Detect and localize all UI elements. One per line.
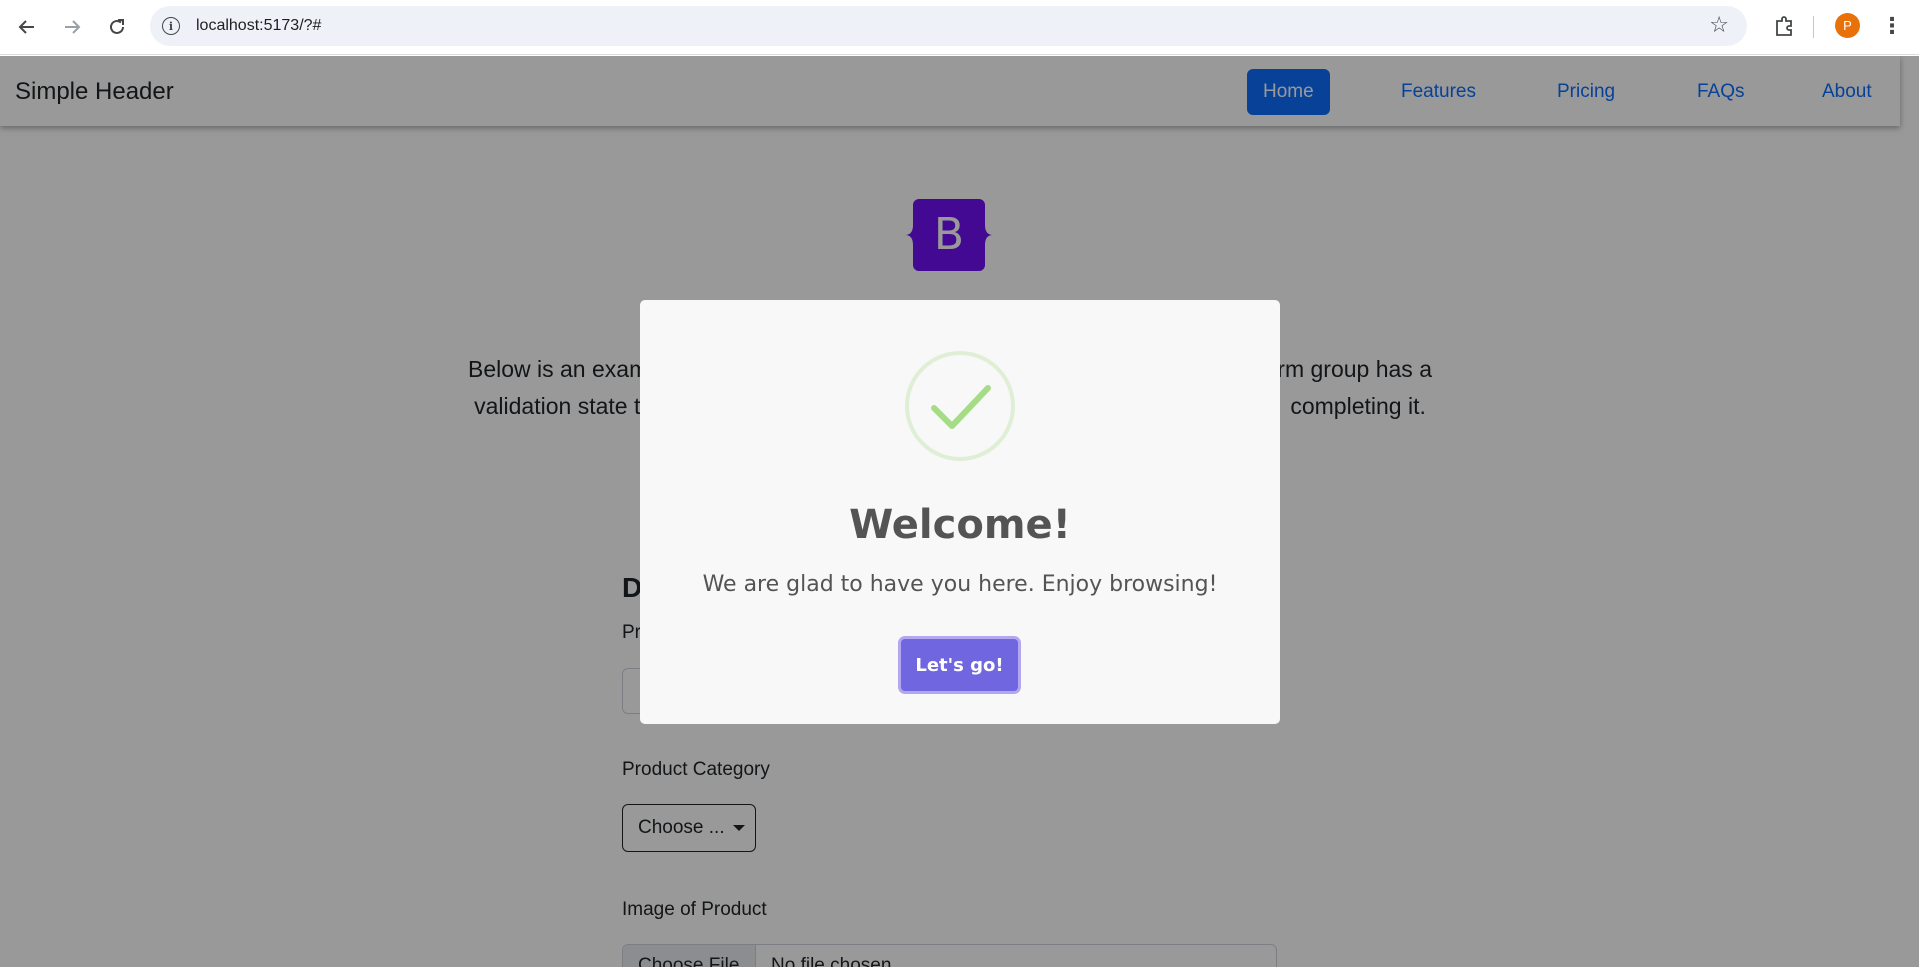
modal-title: Welcome! [849, 502, 1071, 548]
confirm-button[interactable]: Let's go! [898, 636, 1021, 694]
reload-icon[interactable] [102, 12, 132, 42]
modal-text: We are glad to have you here. Enjoy brow… [702, 572, 1218, 597]
confirm-button-label: Let's go! [915, 654, 1004, 676]
site-info-icon[interactable]: i [162, 17, 180, 35]
profile-avatar[interactable]: P [1835, 13, 1860, 38]
success-check-icon [905, 351, 1015, 461]
forward-arrow-icon[interactable] [57, 12, 87, 42]
address-bar[interactable]: i localhost:5173/?# ☆ [150, 6, 1747, 46]
welcome-modal: Welcome! We are glad to have you here. E… [640, 300, 1280, 724]
url-text[interactable]: localhost:5173/?# [196, 17, 321, 35]
back-arrow-icon[interactable] [12, 12, 42, 42]
extensions-icon[interactable] [1770, 12, 1798, 40]
bookmark-star-icon[interactable]: ☆ [1709, 12, 1729, 38]
toolbar-divider [1813, 16, 1814, 38]
browser-toolbar: i localhost:5173/?# ☆ P ⋮ [0, 0, 1919, 55]
browser-menu-icon[interactable]: ⋮ [1880, 12, 1904, 40]
